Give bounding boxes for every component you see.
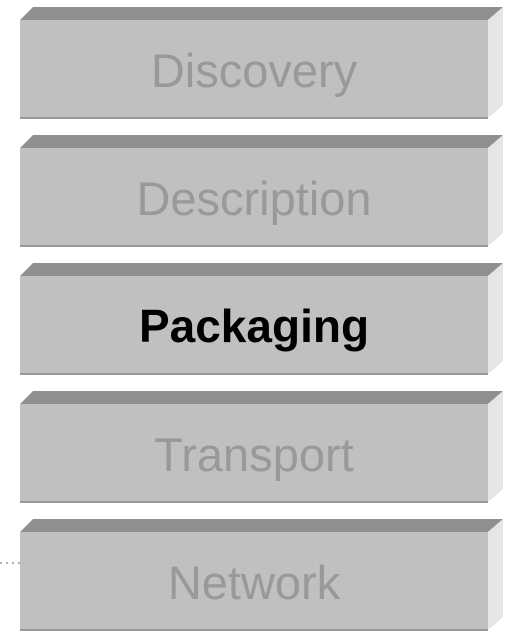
layer-description: Description: [20, 135, 503, 248]
layer-discovery: Discovery: [20, 7, 503, 120]
layer-transport: Transport: [20, 391, 503, 504]
layer-label: Description: [136, 171, 372, 225]
dotted-connector: [0, 562, 22, 566]
layer-label: Packaging: [138, 300, 370, 352]
layer-label: Discovery: [150, 43, 358, 97]
layer-network: Network: [20, 519, 503, 632]
layer-label: Network: [167, 555, 341, 609]
protocol-stack-diagram: Discovery Description Packaging Transpor…: [0, 0, 505, 632]
layer-packaging: Packaging: [20, 263, 503, 376]
layer-label: Transport: [154, 427, 354, 481]
